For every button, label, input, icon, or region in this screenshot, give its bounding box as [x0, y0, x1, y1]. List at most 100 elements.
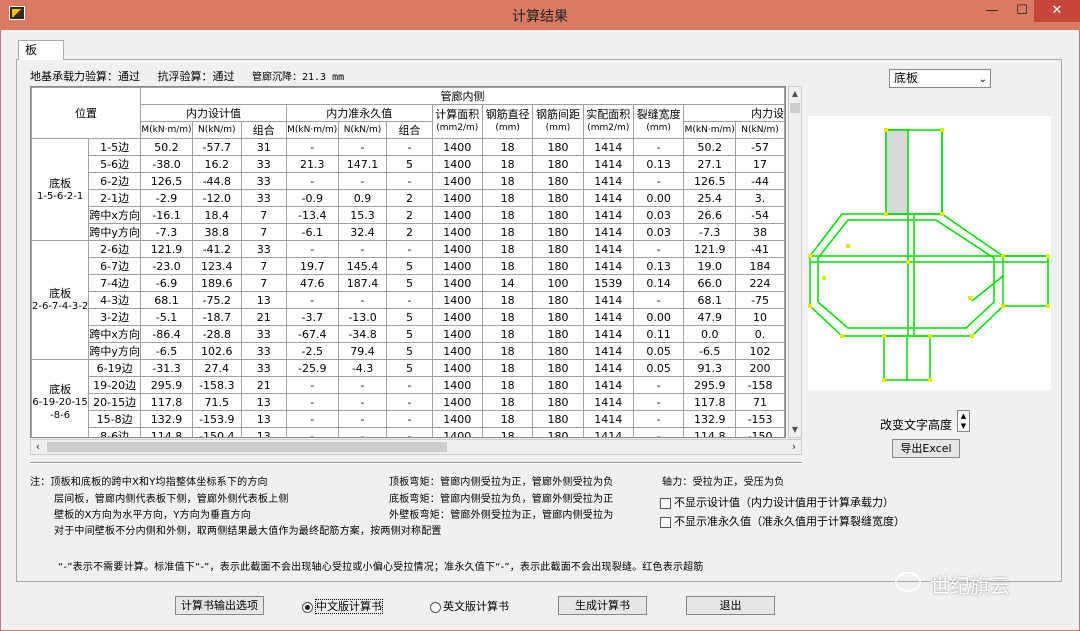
value-cell[interactable]: -153 — [735, 410, 785, 428]
value-cell[interactable]: -18.7 — [191, 308, 242, 326]
value-cell[interactable]: 180 — [532, 291, 584, 309]
horizontal-scrollbar[interactable]: ‹ › — [30, 439, 802, 455]
scroll-left-icon[interactable]: ‹ — [31, 440, 45, 454]
value-cell[interactable]: 1400 — [431, 240, 483, 258]
value-cell[interactable]: 33 — [240, 189, 287, 207]
value-cell[interactable]: 0.05 — [632, 359, 685, 377]
value-cell[interactable]: -41.2 — [191, 240, 242, 258]
value-cell[interactable]: -13.4 — [285, 206, 339, 224]
spin-up-icon[interactable]: ▲ — [958, 411, 969, 421]
value-cell[interactable]: 0.00 — [632, 189, 685, 207]
value-cell[interactable]: -25.9 — [285, 359, 339, 377]
value-cell[interactable]: 19.0 — [683, 257, 737, 275]
value-cell[interactable]: 21.3 — [285, 155, 339, 173]
value-cell[interactable]: 0.03 — [632, 223, 685, 241]
value-cell[interactable]: 121.9 — [683, 240, 737, 258]
value-cell[interactable]: 117.8 — [683, 393, 737, 411]
value-cell[interactable]: 5 — [386, 274, 433, 292]
value-cell[interactable]: 145.4 — [337, 257, 388, 275]
spin-down-icon[interactable]: ▼ — [958, 421, 969, 431]
text-height-spinner[interactable]: ▲ ▼ — [957, 410, 970, 432]
value-cell[interactable]: -38.0 — [140, 155, 193, 173]
table-row[interactable]: 7-4边 -6.9 189.6 7 47.6 187.4 5 1400 14 100 1539 0.1… — [32, 274, 785, 292]
value-cell[interactable]: 1400 — [431, 189, 483, 207]
value-cell[interactable]: 18 — [481, 189, 534, 207]
value-cell[interactable]: - — [386, 291, 433, 309]
table-row[interactable]: 15-8边 132.9 -153.9 13- - -1400 18 180 1414-132.9… — [32, 410, 785, 428]
edge-cell[interactable]: 6-7边 — [88, 257, 142, 275]
table-row[interactable]: 底板 1-5-6-2-1 1-5边 50.2 -57.7 31- - -1400 18 180 14… — [31, 138, 785, 241]
value-cell[interactable]: -3.7 — [285, 308, 339, 326]
table-row[interactable]: 3-2边 -5.1 -18.7 21 -3.7 -13.0 5 1400 18 180 1414 0.… — [32, 308, 785, 326]
value-cell[interactable]: 1400 — [431, 206, 483, 224]
table-row[interactable]: 8-6边 114.8 -150.4 13- - -1400 18 180 1414-114.8-… — [32, 427, 785, 437]
value-cell[interactable]: 7 — [240, 206, 287, 224]
value-cell[interactable]: 1400 — [431, 308, 483, 326]
value-cell[interactable]: 0.11 — [632, 325, 685, 343]
value-cell[interactable]: 0.00 — [632, 308, 685, 326]
value-cell[interactable]: - — [285, 240, 339, 258]
edge-cell[interactable]: 跨中y方向 — [88, 342, 142, 360]
value-cell[interactable]: 123.4 — [191, 257, 242, 275]
value-cell[interactable]: 102 — [735, 342, 785, 360]
edge-cell[interactable]: 2-1边 — [88, 189, 142, 207]
value-cell[interactable]: 18 — [481, 427, 534, 437]
value-cell[interactable]: 71.5 — [191, 393, 242, 411]
vertical-scrollbar[interactable]: ▲ ▼ — [788, 86, 802, 438]
value-cell[interactable]: 1414 — [582, 410, 634, 428]
value-cell[interactable]: 21 — [240, 376, 287, 394]
scroll-up-icon[interactable]: ▲ — [789, 87, 801, 101]
value-cell[interactable]: 126.5 — [140, 172, 193, 190]
horizontal-scroll-thumb[interactable] — [47, 442, 447, 452]
value-cell[interactable]: 66.0 — [683, 274, 737, 292]
value-cell[interactable]: 295.9 — [683, 376, 737, 394]
value-cell[interactable]: 1400 — [431, 138, 483, 156]
value-cell[interactable]: 27.1 — [683, 155, 737, 173]
value-cell[interactable]: - — [337, 376, 388, 394]
value-cell[interactable]: 18 — [481, 410, 534, 428]
value-cell[interactable]: 1400 — [431, 342, 483, 360]
value-cell[interactable]: - — [337, 427, 388, 437]
value-cell[interactable]: -6.9 — [140, 274, 193, 292]
value-cell[interactable]: -6.5 — [683, 342, 737, 360]
value-cell[interactable]: 1414 — [582, 376, 634, 394]
value-cell[interactable]: -54 — [735, 206, 785, 224]
value-cell[interactable]: - — [337, 393, 388, 411]
value-cell[interactable]: 5 — [386, 359, 433, 377]
value-cell[interactable]: 180 — [532, 172, 584, 190]
value-cell[interactable]: 1400 — [431, 155, 483, 173]
value-cell[interactable]: 1400 — [431, 427, 483, 437]
value-cell[interactable]: 180 — [532, 240, 584, 258]
value-cell[interactable]: -150.4 — [191, 427, 242, 437]
value-cell[interactable]: 0.05 — [632, 342, 685, 360]
value-cell[interactable]: 100 — [532, 274, 584, 292]
value-cell[interactable]: 180 — [532, 223, 584, 241]
edge-cell[interactable]: 7-4边 — [88, 274, 142, 292]
vertical-scroll-thumb[interactable] — [790, 103, 800, 113]
value-cell[interactable]: 68.1 — [140, 291, 193, 309]
english-report-radio[interactable]: 英文版计算书 — [430, 598, 509, 614]
generate-report-button[interactable]: 生成计算书 — [558, 596, 647, 615]
value-cell[interactable]: 68.1 — [683, 291, 737, 309]
value-cell[interactable]: 132.9 — [683, 410, 737, 428]
value-cell[interactable]: - — [386, 138, 433, 156]
value-cell[interactable]: 18 — [481, 308, 534, 326]
value-cell[interactable]: 2 — [386, 206, 433, 224]
value-cell[interactable]: 132.9 — [140, 410, 193, 428]
value-cell[interactable]: 1414 — [582, 257, 634, 275]
exit-button[interactable]: 退出 — [686, 596, 775, 615]
table-row[interactable]: 2-1边 -2.9 -12.0 33 -0.9 0.9 2 1400 18 180 1414 0.00… — [32, 189, 785, 207]
value-cell[interactable]: 33 — [240, 359, 287, 377]
hide-design-checkbox[interactable]: 不显示设计值（内力设计值用于计算承载力） — [660, 494, 894, 510]
value-cell[interactable]: 33 — [240, 325, 287, 343]
value-cell[interactable]: -41 — [735, 240, 785, 258]
value-cell[interactable]: 5 — [386, 155, 433, 173]
chinese-report-radio[interactable]: 中文版计算书 — [302, 598, 383, 614]
value-cell[interactable]: 1414 — [582, 240, 634, 258]
value-cell[interactable]: -7.3 — [140, 223, 193, 241]
output-options-button[interactable]: 计算书输出选项 — [175, 596, 264, 615]
value-cell[interactable]: 180 — [532, 206, 584, 224]
value-cell[interactable]: -12.0 — [191, 189, 242, 207]
value-cell[interactable]: 189.6 — [191, 274, 242, 292]
value-cell[interactable]: 1414 — [582, 291, 634, 309]
